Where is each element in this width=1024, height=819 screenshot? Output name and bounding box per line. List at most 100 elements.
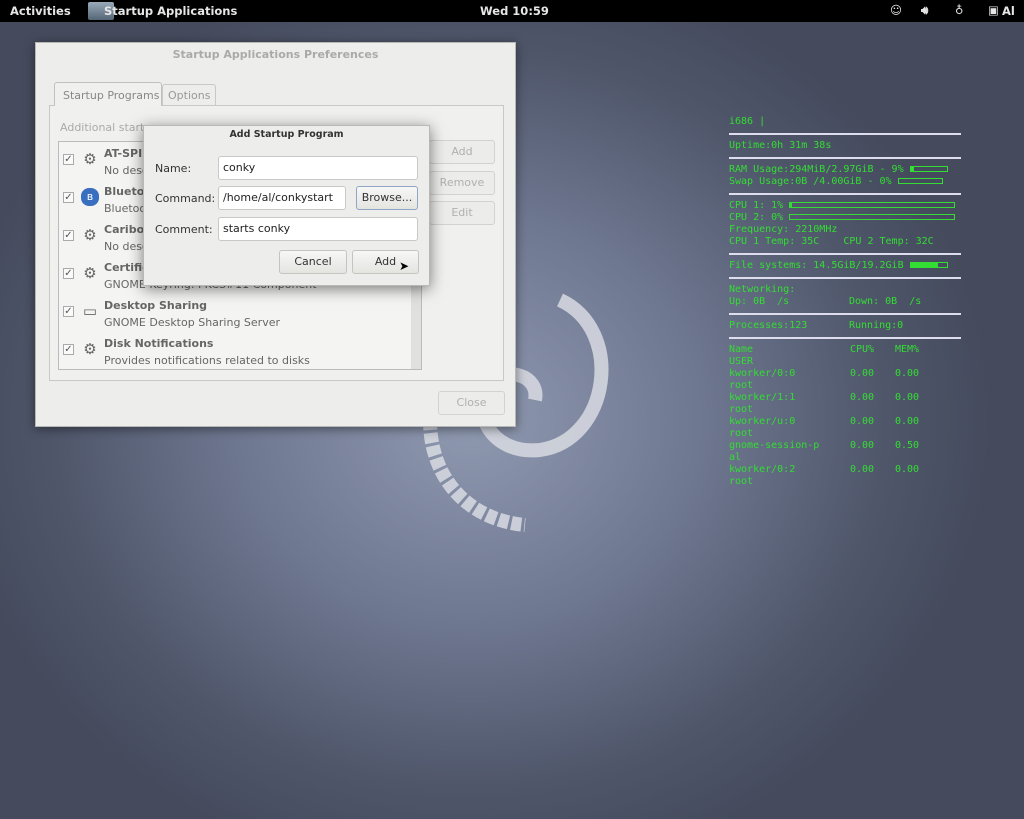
item-title: AT-SPI: [104, 147, 143, 160]
process-cell: Name: [729, 344, 754, 355]
process-cell: CPU%: [850, 344, 875, 355]
browse-button[interactable]: Browse...: [356, 186, 418, 210]
conky-processes: Processes:123: [729, 320, 808, 331]
divider: [729, 193, 961, 195]
conky-monitor: i686 | Uptime:0h 31m 38s RAM Usage:294Mi…: [729, 116, 961, 488]
divider: [729, 157, 961, 159]
conky-fs: File systems: 14.5GiB/19.2GiB: [729, 260, 904, 271]
item-title: Disk Notifications: [104, 337, 214, 350]
window-title: Startup Applications Preferences: [172, 48, 379, 61]
cpu2-bar: [789, 214, 956, 220]
process-cell: al: [729, 452, 742, 463]
process-cell: USER: [729, 356, 754, 367]
name-label: Name:: [155, 162, 192, 175]
conky-down: Down: 0B /s: [849, 296, 922, 307]
process-cell: root: [729, 428, 754, 439]
conky-running: Running:0: [849, 320, 904, 331]
ram-bar: [909, 166, 948, 172]
conky-uptime: Uptime:0h 31m 38s: [729, 140, 832, 151]
cpu1-bar: [789, 202, 956, 208]
command-input[interactable]: /home/al/conkystart: [218, 186, 346, 210]
name-input[interactable]: conky: [218, 156, 418, 180]
cancel-button[interactable]: Cancel: [279, 250, 347, 274]
swap-bar: [897, 178, 943, 184]
process-cell: 0.00: [850, 416, 875, 427]
process-row: gnome-session-p 0.00 0.50 al: [729, 440, 961, 464]
process-cell: root: [729, 380, 754, 391]
accessibility-icon[interactable]: ☺: [890, 3, 902, 17]
user-menu[interactable]: Al: [1002, 4, 1015, 18]
close-button[interactable]: Close: [438, 391, 505, 415]
process-row: kworker/u:0 0.00 0.00 root: [729, 416, 961, 440]
enabled-checkbox[interactable]: ✓: [63, 192, 74, 203]
gears-icon: ⚙: [83, 264, 97, 282]
conky-ram: RAM Usage:294MiB/2.97GiB - 9%: [729, 164, 904, 175]
divider: [729, 277, 961, 279]
process-cell: kworker/1:1: [729, 392, 796, 403]
divider: [729, 337, 961, 339]
process-cell: 0.00: [850, 392, 875, 403]
bluetooth-icon: ʙ: [81, 188, 99, 206]
conky-swap: Swap Usage:0B /4.00GiB - 0%: [729, 176, 892, 187]
conky-networking: Networking:: [729, 284, 796, 295]
gears-icon: ⚙: [83, 150, 97, 168]
edit-button[interactable]: Edit: [429, 201, 495, 225]
process-row: kworker/1:1 0.00 0.00 root: [729, 392, 961, 416]
process-cell: 0.00: [895, 368, 920, 379]
gears-icon: ⚙: [83, 226, 97, 244]
activities-button[interactable]: Activities: [10, 4, 71, 18]
clock[interactable]: Wed 10:59: [480, 4, 549, 18]
fs-bar: [909, 262, 948, 268]
process-cell: 0.00: [895, 392, 920, 403]
volume-icon[interactable]: 🔊︎: [921, 3, 928, 18]
divider: [729, 253, 961, 255]
item-subtitle: Provides notifications related to disks: [104, 354, 310, 367]
process-row: kworker/0:0 0.00 0.00 root: [729, 368, 961, 392]
startup-item[interactable]: ✓ ▭ Desktop Sharing GNOME Desktop Sharin…: [59, 295, 409, 333]
process-cell: kworker/0:2: [729, 464, 796, 475]
startup-item[interactable]: ✓ ⚙ Disk Notifications Provides notifica…: [59, 333, 409, 369]
process-cell: kworker/0:0: [729, 368, 796, 379]
process-row: kworker/0:2 0.00 0.00 root: [729, 464, 961, 488]
conky-temp: CPU 1 Temp: 35C CPU 2 Temp: 32C: [729, 236, 934, 247]
process-cell: root: [729, 404, 754, 415]
enabled-checkbox[interactable]: ✓: [63, 230, 74, 241]
dialog-title: Add Startup Program: [229, 129, 344, 140]
chat-icon[interactable]: ▣: [988, 3, 999, 17]
app-menu[interactable]: Startup Applications: [104, 4, 237, 18]
gears-icon: ⚙: [83, 340, 97, 358]
network-icon[interactable]: ♁: [955, 3, 963, 17]
item-title: Desktop Sharing: [104, 299, 208, 312]
conky-arch: i686 |: [729, 116, 766, 127]
comment-label: Comment:: [155, 223, 213, 236]
process-cell: kworker/u:0: [729, 416, 796, 427]
command-label: Command:: [155, 192, 216, 205]
process-cell: 0.00: [895, 416, 920, 427]
add-button[interactable]: Add: [429, 140, 495, 164]
enabled-checkbox[interactable]: ✓: [63, 154, 74, 165]
process-cell: 0.00: [850, 368, 875, 379]
process-cell: gnome-session-p: [729, 440, 820, 451]
conky-cpu1: CPU 1: 1%: [729, 200, 784, 211]
tab-options[interactable]: Options: [162, 84, 216, 105]
process-cell: 0.50: [895, 440, 920, 451]
process-cell: MEM%: [895, 344, 920, 355]
mouse-cursor-icon: ➤: [399, 259, 410, 273]
process-cell: 0.00: [850, 440, 875, 451]
conky-frequency: Frequency: 2210MHz: [729, 224, 838, 235]
comment-input[interactable]: starts conky: [218, 217, 418, 241]
conky-up: Up: 0B /s: [729, 296, 790, 307]
monitor-icon: ▭: [82, 302, 98, 320]
divider: [729, 133, 961, 135]
enabled-checkbox[interactable]: ✓: [63, 344, 74, 355]
tab-startup-programs[interactable]: Startup Programs: [54, 82, 162, 106]
process-cell: root: [729, 476, 754, 487]
enabled-checkbox[interactable]: ✓: [63, 306, 74, 317]
divider: [729, 313, 961, 315]
enabled-checkbox[interactable]: ✓: [63, 268, 74, 279]
process-header: Name CPU% MEM% USER: [729, 344, 961, 368]
remove-button[interactable]: Remove: [429, 171, 495, 195]
top-bar: Activities Startup Applications Wed 10:5…: [0, 0, 1024, 22]
process-cell: 0.00: [850, 464, 875, 475]
conky-cpu2: CPU 2: 0%: [729, 212, 784, 223]
